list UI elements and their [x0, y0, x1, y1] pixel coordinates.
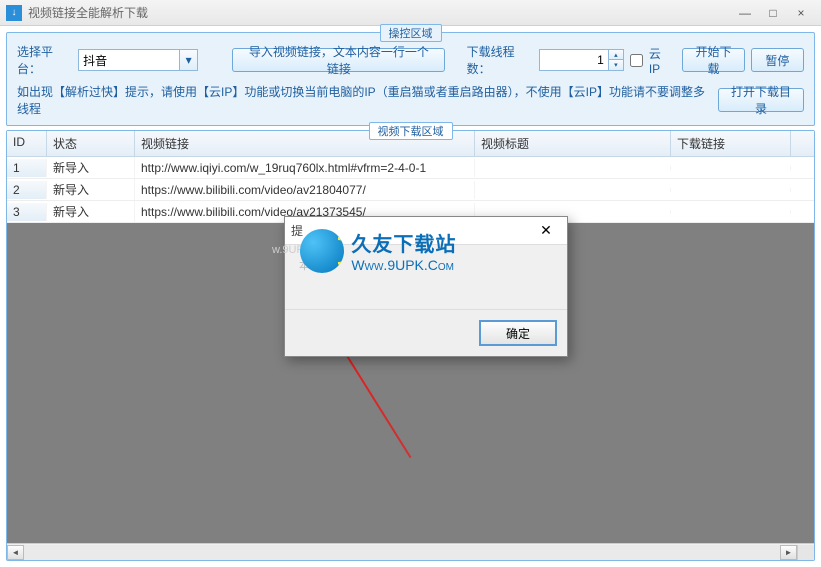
cell-dl — [671, 166, 791, 170]
import-links-button[interactable]: 导入视频链接，文本内容一行一个链接 — [232, 48, 445, 72]
platform-combo[interactable]: ▾ — [78, 49, 198, 71]
cell-link: https://www.bilibili.com/video/av2180407… — [135, 181, 475, 199]
cell-id: 2 — [7, 181, 47, 199]
cell-title — [475, 166, 671, 170]
start-download-button[interactable]: 开始下载 — [682, 48, 744, 72]
cell-id: 1 — [7, 159, 47, 177]
cell-dl — [671, 188, 791, 192]
scroll-right-icon[interactable]: ► — [780, 545, 797, 560]
cloud-ip-label: 云IP — [649, 45, 670, 76]
control-row-2: 如出现【解析过快】提示，请使用【云IP】功能或切换当前电脑的IP（重启猫或者重启… — [17, 83, 804, 117]
close-button[interactable]: × — [787, 3, 815, 23]
col-title[interactable]: 视频标题 — [475, 131, 671, 156]
dialog-close-button[interactable]: ✕ — [531, 220, 561, 242]
cell-link: http://www.iqiyi.com/w_19ruq760lx.html#v… — [135, 159, 475, 177]
control-row-1: 选择平台： ▾ 导入视频链接，文本内容一行一个链接 下载线程数： ▴ ▾ 云IP… — [17, 43, 804, 77]
dialog-body: 本次 — [285, 245, 567, 309]
spinner-down-icon[interactable]: ▾ — [609, 60, 623, 70]
col-dl[interactable]: 下载链接 — [671, 131, 791, 156]
dialog-faint-text: 本次 — [299, 260, 321, 272]
dialog-title-text: 提 — [291, 222, 531, 239]
cell-title — [475, 210, 671, 214]
dialog-footer: 确定 — [285, 309, 567, 356]
table-row[interactable]: 1新导入http://www.iqiyi.com/w_19ruq760lx.ht… — [7, 157, 814, 179]
cell-title — [475, 188, 671, 192]
cell-id: 3 — [7, 203, 47, 221]
message-dialog: 提 ✕ 本次 确定 — [284, 216, 568, 357]
dialog-ok-button[interactable]: 确定 — [479, 320, 557, 346]
thread-input[interactable] — [540, 50, 608, 70]
col-status[interactable]: 状态 — [47, 131, 135, 156]
chevron-down-icon[interactable]: ▾ — [179, 50, 197, 70]
platform-input[interactable] — [79, 50, 179, 70]
open-download-dir-button[interactable]: 打开下载目录 — [718, 88, 804, 112]
window-title: 视频链接全能解析下载 — [28, 4, 731, 21]
platform-label: 选择平台： — [17, 43, 72, 77]
title-bar: ↓ 视频链接全能解析下载 — □ × — [0, 0, 821, 26]
spinner-up-icon[interactable]: ▴ — [609, 50, 623, 60]
cell-status: 新导入 — [47, 179, 135, 200]
cloud-ip-checkbox[interactable] — [630, 54, 643, 67]
pause-button[interactable]: 暂停 — [751, 48, 804, 72]
thread-label: 下载线程数： — [467, 43, 533, 77]
maximize-button[interactable]: □ — [759, 3, 787, 23]
thread-spinner[interactable]: ▴ ▾ — [539, 49, 624, 71]
dialog-titlebar[interactable]: 提 ✕ — [285, 217, 567, 245]
minimize-button[interactable]: — — [731, 3, 759, 23]
cell-status: 新导入 — [47, 157, 135, 178]
cell-dl — [671, 210, 791, 214]
cell-status: 新导入 — [47, 201, 135, 222]
scroll-track[interactable] — [24, 545, 780, 560]
scroll-left-icon[interactable]: ◄ — [7, 545, 24, 560]
tip-text: 如出现【解析过快】提示，请使用【云IP】功能或切换当前电脑的IP（重启猫或者重启… — [17, 83, 712, 117]
col-id[interactable]: ID — [7, 131, 47, 156]
app-icon: ↓ — [6, 5, 22, 21]
table-row[interactable]: 2新导入https://www.bilibili.com/video/av218… — [7, 179, 814, 201]
control-area-legend: 操控区域 — [380, 24, 442, 42]
scroll-corner — [797, 545, 814, 560]
grid-body: 1新导入http://www.iqiyi.com/w_19ruq760lx.ht… — [7, 157, 814, 223]
download-area-legend: 视频下载区域 — [369, 122, 453, 140]
control-area: 操控区域 选择平台： ▾ 导入视频链接，文本内容一行一个链接 下载线程数： ▴ … — [6, 32, 815, 126]
horizontal-scrollbar[interactable]: ◄ ► — [7, 543, 814, 560]
